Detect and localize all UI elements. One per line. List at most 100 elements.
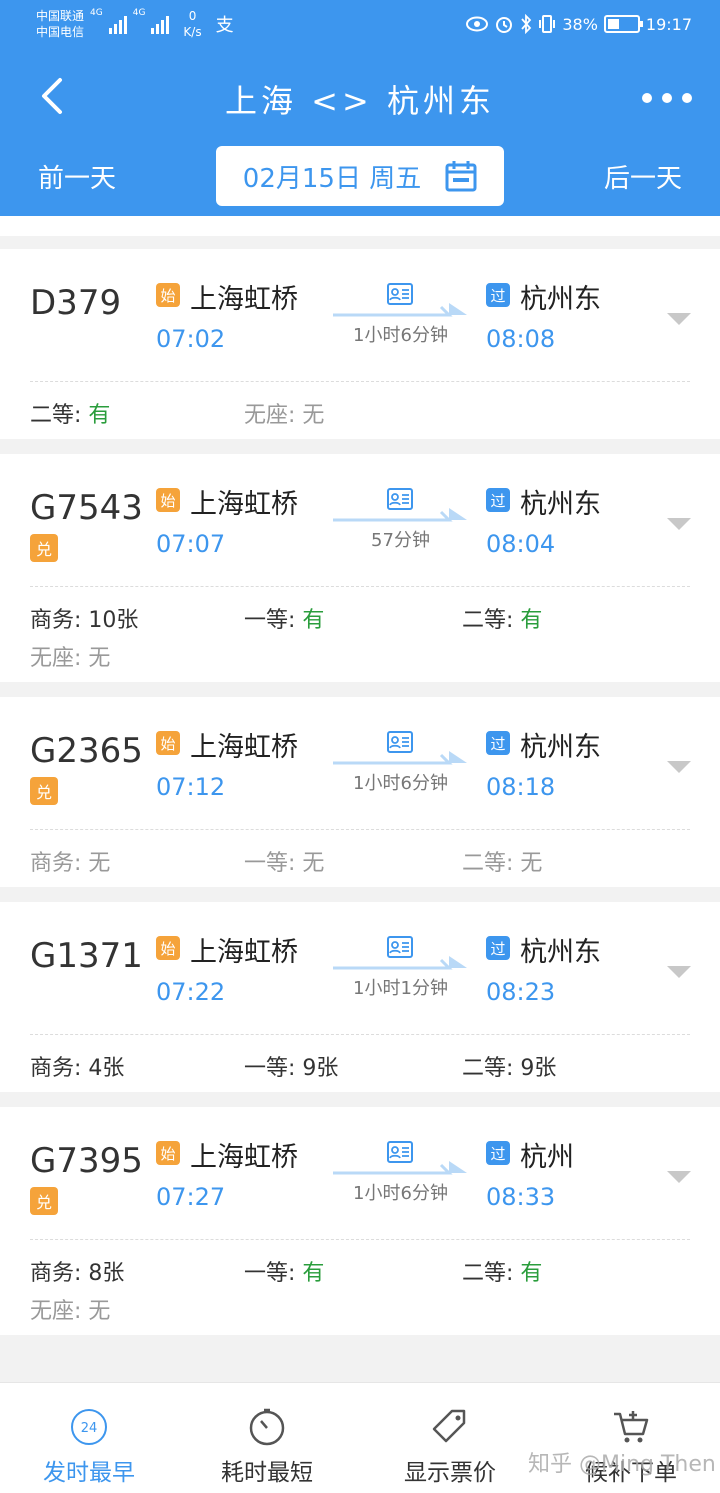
seat-availability: 商务: 无 [30, 845, 110, 877]
seat-count: 无 [302, 403, 325, 428]
expand-arrow-icon[interactable] [667, 1171, 691, 1183]
train-number: G7395 [30, 1141, 143, 1181]
calendar-icon [445, 161, 477, 192]
arrival-station: 杭州 [520, 1142, 574, 1173]
battery-percent: 38% [562, 14, 598, 34]
train-card[interactable]: D379 始上海虹桥 07:02 1小时6分钟 过杭州东 08:08 二等: 有 无座: 无 [0, 249, 720, 439]
seat-availability: 一等: 无 [244, 845, 324, 877]
origin-tag: 始 [156, 731, 180, 755]
departure-station: 上海虹桥 [190, 489, 298, 520]
duration-arrow-icon [333, 956, 467, 970]
card-divider [30, 586, 690, 587]
signal-icon-2 [151, 14, 170, 34]
exchange-badge: 兑 [30, 534, 58, 562]
departure-time: 07:02 [156, 325, 226, 353]
seat-availability: 二等: 有 [462, 602, 542, 634]
battery-fill [607, 19, 619, 29]
train-card[interactable]: G7395 兑 始上海虹桥 07:27 1小时6分钟 过杭州 08:33 商务: 8张 一等: … [0, 1107, 720, 1335]
seat-class: 商务: [30, 851, 89, 876]
expand-arrow-icon[interactable] [667, 313, 691, 325]
origin-tag: 始 [156, 488, 180, 512]
more-dot [642, 93, 652, 103]
sort-shortest-label: 耗时最短 [221, 1460, 313, 1486]
eye-icon [466, 16, 489, 32]
departure-time: 07:22 [156, 978, 226, 1006]
departure-station: 上海虹桥 [190, 284, 298, 315]
show-price-button[interactable]: 显示票价 [395, 1383, 505, 1493]
departure-time: 07:07 [156, 530, 226, 558]
watermark: 知乎 @Ming Then [528, 1452, 716, 1477]
train-card[interactable]: G2365 兑始上海虹桥 07:12 1小时6分钟过杭州东 08:18 商务: 无一等: … [0, 697, 720, 887]
pass-through-tag: 过 [486, 1141, 510, 1165]
arrival-time: 08:18 [486, 773, 556, 801]
duration-arrow-icon [333, 508, 467, 522]
arrival-station: 杭州东 [520, 284, 601, 315]
pass-through-tag: 过 [486, 936, 510, 960]
network-type-2: 4G [132, 8, 146, 18]
arrival-station: 杭州东 [520, 937, 601, 968]
expand-arrow-icon[interactable] [667, 761, 691, 773]
seat-availability: 无座: 无 [30, 640, 110, 672]
seat-count: 有 [88, 403, 111, 428]
sort-shortest-button[interactable]: 耗时最短 [212, 1383, 322, 1493]
origin-tag: 始 [156, 936, 180, 960]
bluetooth-icon [521, 14, 532, 34]
arrival-time: 08:04 [486, 530, 556, 558]
expand-arrow-icon[interactable] [667, 518, 691, 530]
more-dot [662, 93, 672, 103]
trip-duration: 57分钟 [371, 530, 430, 551]
seat-availability: 商务: 4张 [30, 1050, 124, 1082]
network-type-1: 4G [90, 8, 103, 18]
app-header: 中国联通 中国电信 4G 4G 0 K/s 支 38% 19:17 上海 <> … [0, 0, 720, 216]
next-day-button[interactable]: 后一天 [604, 158, 682, 195]
exchange-badge: 兑 [30, 777, 58, 805]
departure-time: 07:12 [156, 773, 226, 801]
seat-class: 商务: [30, 1056, 89, 1081]
status-bar: 中国联通 中国电信 4G 4G 0 K/s 支 38% 19:17 [0, 0, 720, 52]
seat-count: 9张 [520, 1056, 557, 1081]
train-number: G2365 [30, 731, 143, 771]
clock-24-icon: 24 [69, 1407, 109, 1447]
seat-count: 无 [88, 646, 111, 671]
seat-class: 二等: [30, 403, 89, 428]
more-button[interactable] [642, 78, 692, 118]
train-card[interactable]: G7543 兑 始上海虹桥 07:07 57分钟 过杭州东 08:04 商务: 10张 一等: … [0, 454, 720, 682]
train-card[interactable]: G1371 始上海虹桥 07:22 1小时1分钟 过杭州东 08:23 商务: 4张 一等: … [0, 902, 720, 1092]
alipay-icon: 支 [215, 15, 234, 36]
alarm-icon [496, 17, 513, 33]
duration-arrow-icon [333, 303, 467, 317]
seat-class: 二等: [462, 1056, 521, 1081]
card-divider [30, 829, 690, 830]
seat-availability: 商务: 10张 [30, 602, 138, 634]
seat-count: 无 [88, 851, 111, 876]
battery-icon [603, 15, 643, 33]
seat-class: 一等: [244, 1056, 303, 1081]
card-divider [30, 1034, 690, 1035]
train-number: G1371 [30, 936, 143, 976]
seat-availability: 商务: 8张 [30, 1255, 124, 1287]
date-picker[interactable]: 02月15日 周五 [216, 146, 504, 206]
origin-tag: 始 [156, 283, 180, 307]
seat-class: 无座: [30, 1299, 89, 1324]
train-number: D379 [30, 283, 122, 323]
arrival-time: 08:33 [486, 1183, 556, 1211]
seat-availability: 无座: 无 [244, 397, 324, 429]
seat-count: 9张 [302, 1056, 339, 1081]
sort-earliest-button[interactable]: 24 发时最早 [34, 1383, 144, 1493]
prev-day-button[interactable]: 前一天 [38, 158, 116, 195]
departure-station: 上海虹桥 [190, 732, 298, 763]
arrival-station: 杭州东 [520, 489, 601, 520]
stopwatch-icon [247, 1407, 287, 1447]
departure-time: 07:27 [156, 1183, 226, 1211]
seat-count: 4张 [88, 1056, 125, 1081]
cart-plus-icon [611, 1407, 651, 1447]
status-right: 38% 19:17 [466, 14, 692, 34]
train-list[interactable]: D379 始上海虹桥 07:02 1小时6分钟过杭州东 08:08 二等: 有无座: 无G… [0, 216, 720, 1382]
expand-arrow-icon[interactable] [667, 966, 691, 978]
origin-tag: 始 [156, 1141, 180, 1165]
seat-availability: 二等: 9张 [462, 1050, 556, 1082]
trip-duration: 1小时6分钟 [353, 325, 448, 346]
seat-availability: 二等: 有 [30, 397, 110, 429]
sort-earliest-label: 发时最早 [43, 1460, 135, 1486]
more-dot [682, 93, 692, 103]
